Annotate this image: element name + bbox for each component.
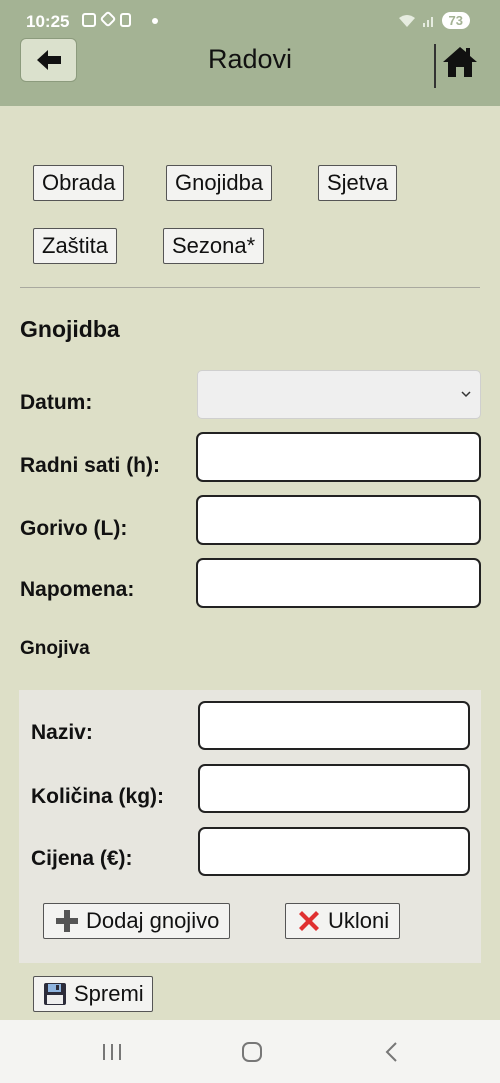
section-title: Gnojidba (20, 316, 120, 342)
battery-icon: 73 (441, 12, 470, 29)
system-nav-bar (0, 1020, 500, 1083)
remove-fertilizer-label: Ukloni (328, 908, 390, 933)
floppy-disk-icon (44, 983, 66, 1005)
remove-fertilizer-button[interactable]: Ukloni (285, 903, 401, 939)
tab-gnojidba[interactable]: Gnojidba (166, 165, 273, 201)
notification-dot-icon (152, 18, 158, 24)
datum-label: Datum: (20, 391, 93, 414)
tab-obrada[interactable]: Obrada (33, 165, 125, 201)
gnojiva-heading: Gnojiva (20, 638, 90, 659)
status-notification-icons (82, 10, 131, 28)
naziv-label: Naziv: (31, 721, 93, 744)
add-fertilizer-button[interactable]: Dodaj gnojivo (43, 903, 231, 939)
app-root: 10:25 73 Radovi Obrada Gnojidba Sjetva Z… (0, 0, 500, 1083)
tab-zastita[interactable]: Zaštita (33, 228, 118, 264)
wifi-icon (398, 14, 415, 27)
home-button[interactable] (440, 42, 480, 82)
kolicina-input[interactable] (198, 764, 470, 813)
navigation-icon (99, 10, 117, 28)
header-divider (434, 44, 436, 88)
tab-sezona[interactable]: Sezona* (163, 228, 265, 264)
tab-sjetva[interactable]: Sjetva (318, 165, 398, 201)
recent-apps-icon[interactable] (97, 1038, 127, 1066)
save-label: Spremi (74, 981, 144, 1006)
status-time: 10:25 (26, 12, 70, 31)
page-title: Radovi (207, 44, 293, 74)
nav-home-icon[interactable] (237, 1038, 267, 1066)
cross-icon (299, 911, 319, 931)
radni-sati-label: Radni sati (h): (20, 454, 160, 477)
plus-icon (56, 910, 78, 932)
napomena-label: Napomena: (20, 578, 135, 601)
nav-back-icon[interactable] (377, 1038, 407, 1066)
chevron-down-icon (461, 391, 471, 398)
gorivo-input[interactable] (196, 495, 481, 545)
napomena-input[interactable] (196, 558, 481, 608)
signal-icon (422, 16, 433, 27)
cijena-label: Cijena (€): (31, 847, 133, 870)
kolicina-label: Količina (kg): (31, 785, 165, 808)
app-header: Radovi (0, 34, 500, 106)
save-button[interactable]: Spremi (33, 976, 153, 1012)
datum-select[interactable] (197, 370, 481, 419)
radni-sati-input[interactable] (196, 432, 481, 482)
home-icon (443, 47, 477, 77)
gorivo-label: Gorivo (L): (20, 517, 128, 540)
screenshot-icon (82, 13, 96, 27)
add-fertilizer-label: Dodaj gnojivo (86, 908, 220, 933)
sim-icon (120, 13, 131, 27)
section-divider (20, 287, 480, 288)
status-system-icons: 73 (398, 12, 470, 29)
naziv-input[interactable] (198, 701, 470, 750)
cijena-input[interactable] (198, 827, 470, 876)
